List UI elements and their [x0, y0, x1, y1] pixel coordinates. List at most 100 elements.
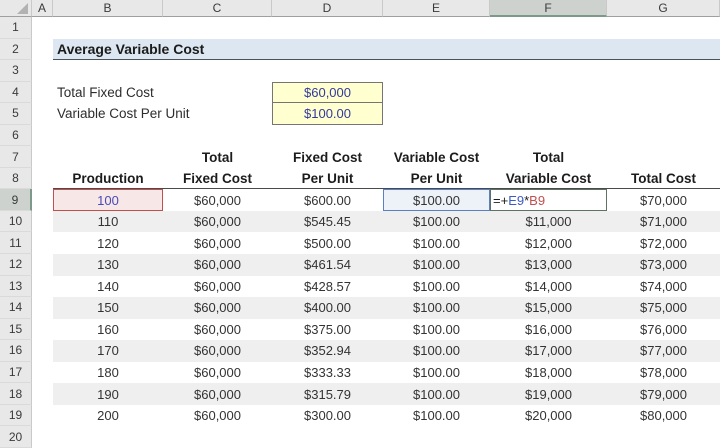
row-header-5[interactable]: 5 — [0, 103, 32, 125]
total-fixed-cost-cell[interactable]: $60,000 — [163, 405, 272, 427]
row-header-8[interactable]: 8 — [0, 167, 32, 190]
total-variable-cost-cell[interactable]: $20,000 — [490, 405, 607, 427]
fixed-cost-per-unit-cell[interactable]: $375.00 — [272, 319, 383, 341]
total-fixed-cost-cell[interactable]: $60,000 — [163, 319, 272, 341]
total-fixed-cost-cell[interactable]: $60,000 — [163, 383, 272, 405]
total-variable-cost-cell[interactable]: $18,000 — [490, 362, 607, 384]
total-fixed-cost-cell[interactable]: $60,000 — [163, 276, 272, 298]
empty-cells[interactable] — [383, 82, 720, 104]
row-header-15[interactable]: 15 — [0, 318, 32, 341]
total-fixed-cost-cell[interactable]: $60,000 — [163, 362, 272, 384]
row-header-11[interactable]: 11 — [0, 232, 32, 255]
cell-E9-reference-highlight[interactable]: $100.00 — [383, 189, 490, 211]
cell-A2[interactable] — [32, 39, 53, 61]
fixed-cost-per-unit-cell[interactable]: $300.00 — [272, 405, 383, 427]
total-fixed-cost-cell[interactable]: $60,000 — [163, 232, 272, 254]
row-header-18[interactable]: 18 — [0, 383, 32, 405]
variable-cost-per-unit-cell[interactable]: $100.00 — [383, 297, 490, 319]
cell-A15[interactable] — [32, 319, 53, 341]
cell-A8[interactable] — [32, 168, 53, 190]
total-fixed-cost-cell[interactable]: $60,000 — [163, 189, 272, 211]
variable-cost-per-unit-cell[interactable]: $100.00 — [383, 254, 490, 276]
row-header-3[interactable]: 3 — [0, 60, 32, 82]
total-fixed-cost-cell[interactable]: $60,000 — [163, 210, 272, 233]
production-cell[interactable]: 190 — [53, 383, 163, 405]
cell-A16[interactable] — [32, 340, 53, 362]
total-fixed-cost-label[interactable]: Total Fixed Cost — [53, 82, 272, 104]
variable-cost-per-unit-cell[interactable]: $100.00 — [383, 319, 490, 341]
column-header-A[interactable]: A — [32, 0, 53, 17]
fixed-cost-per-unit-cell[interactable]: $600.00 — [272, 189, 383, 211]
header-per-unit[interactable]: Per Unit — [272, 168, 383, 190]
empty-cells[interactable] — [32, 17, 720, 39]
column-header-D[interactable]: D — [272, 0, 383, 17]
column-header-G[interactable]: G — [607, 0, 720, 17]
sheet-title-cell[interactable]: Average Variable Cost — [53, 38, 720, 61]
total-variable-cost-cell[interactable]: $11,000 — [490, 210, 607, 233]
total-fixed-cost-cell[interactable]: $60,000 — [163, 297, 272, 319]
production-cell[interactable]: 180 — [53, 362, 163, 384]
row-header-17[interactable]: 17 — [0, 361, 32, 384]
header-blank-G7[interactable] — [607, 146, 720, 168]
total-cost-cell[interactable]: $70,000 — [607, 189, 720, 211]
empty-cells[interactable] — [383, 103, 720, 125]
fixed-cost-per-unit-cell[interactable]: $428.57 — [272, 276, 383, 298]
total-variable-cost-cell[interactable]: $19,000 — [490, 383, 607, 405]
header-total-cost[interactable]: Total Cost — [607, 168, 720, 190]
total-cost-cell[interactable]: $71,000 — [607, 210, 720, 233]
header-fixed-cost[interactable]: Fixed Cost — [272, 146, 383, 168]
variable-cost-per-unit-cell[interactable]: $100.00 — [383, 232, 490, 254]
cell-A10[interactable] — [32, 211, 53, 233]
fixed-cost-per-unit-cell[interactable]: $400.00 — [272, 297, 383, 319]
fixed-cost-per-unit-cell[interactable]: $500.00 — [272, 232, 383, 254]
row-header-16[interactable]: 16 — [0, 340, 32, 362]
variable-cost-per-unit-input[interactable]: $100.00 — [272, 103, 383, 125]
variable-cost-per-unit-cell[interactable]: $100.00 — [383, 340, 490, 362]
total-cost-cell[interactable]: $75,000 — [607, 297, 720, 319]
total-variable-cost-cell[interactable]: $14,000 — [490, 276, 607, 298]
header-blank-B7[interactable] — [53, 146, 163, 168]
total-fixed-cost-cell[interactable]: $60,000 — [163, 340, 272, 362]
production-cell[interactable]: 160 — [53, 319, 163, 341]
header-fixed-cost-2[interactable]: Fixed Cost — [163, 168, 272, 190]
row-header-7[interactable]: 7 — [0, 146, 32, 168]
production-cell[interactable]: 110 — [53, 210, 163, 233]
row-header-12[interactable]: 12 — [0, 254, 32, 276]
cell-A18[interactable] — [32, 383, 53, 405]
cell-A17[interactable] — [32, 362, 53, 384]
cell-A5[interactable] — [32, 103, 53, 125]
total-variable-cost-cell[interactable]: $16,000 — [490, 319, 607, 341]
header-total-2[interactable]: Total — [490, 146, 607, 168]
production-cell[interactable]: 170 — [53, 340, 163, 362]
production-cell[interactable]: 120 — [53, 232, 163, 254]
row-header-9-selected[interactable]: 9 — [0, 189, 32, 211]
cell-A13[interactable] — [32, 276, 53, 298]
column-header-E[interactable]: E — [383, 0, 490, 17]
total-cost-cell[interactable]: $74,000 — [607, 276, 720, 298]
total-fixed-cost-cell[interactable]: $60,000 — [163, 254, 272, 276]
cell-A9[interactable] — [32, 189, 53, 211]
total-fixed-cost-input[interactable]: $60,000 — [272, 81, 383, 104]
fixed-cost-per-unit-cell[interactable]: $352.94 — [272, 340, 383, 362]
cell-A19[interactable] — [32, 405, 53, 427]
cell-B9-reference-highlight[interactable]: 100 — [53, 189, 163, 211]
header-per-unit-2[interactable]: Per Unit — [383, 168, 490, 190]
header-variable-cost-2[interactable]: Variable Cost — [490, 168, 607, 190]
total-cost-cell[interactable]: $77,000 — [607, 340, 720, 362]
row-header-1[interactable]: 1 — [0, 17, 32, 39]
row-header-2[interactable]: 2 — [0, 38, 32, 61]
total-cost-cell[interactable]: $79,000 — [607, 383, 720, 405]
fixed-cost-per-unit-cell[interactable]: $461.54 — [272, 254, 383, 276]
row-header-4[interactable]: 4 — [0, 81, 32, 104]
cell-A12[interactable] — [32, 254, 53, 276]
production-cell[interactable]: 130 — [53, 254, 163, 276]
cell-A7[interactable] — [32, 146, 53, 168]
fixed-cost-per-unit-cell[interactable]: $545.45 — [272, 210, 383, 233]
variable-cost-per-unit-cell[interactable]: $100.00 — [383, 276, 490, 298]
total-cost-cell[interactable]: $76,000 — [607, 319, 720, 341]
variable-cost-per-unit-cell[interactable]: $100.00 — [383, 383, 490, 405]
empty-cells[interactable] — [32, 426, 720, 448]
cell-A11[interactable] — [32, 232, 53, 254]
total-cost-cell[interactable]: $80,000 — [607, 405, 720, 427]
production-cell[interactable]: 200 — [53, 405, 163, 427]
